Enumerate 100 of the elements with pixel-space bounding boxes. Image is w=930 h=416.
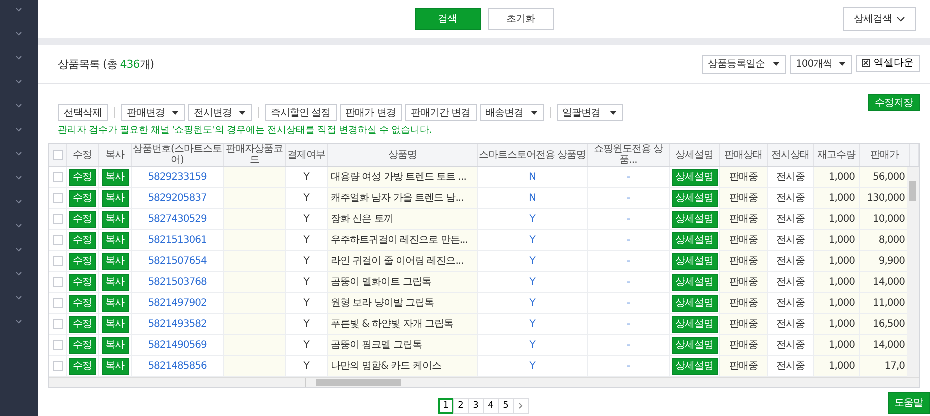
reset-button[interactable]: 초기화: [488, 8, 554, 30]
row-checkbox[interactable]: [52, 361, 62, 371]
detail-button[interactable]: 상세설명: [672, 252, 718, 270]
toolbar-button[interactable]: 즉시할인 설정: [265, 104, 337, 121]
product-number-link[interactable]: 5829205837: [148, 192, 207, 204]
product-number-link[interactable]: 5829233159: [148, 172, 207, 182]
toolbar-dropdown[interactable]: 배송변경: [480, 104, 544, 121]
edit-button[interactable]: 수정: [69, 274, 96, 290]
toolbar-button[interactable]: 판매가 변경: [340, 104, 402, 121]
caret-icon: [773, 62, 780, 66]
detail-button[interactable]: 상세설명: [672, 232, 718, 248]
copy-button[interactable]: 복사: [102, 190, 128, 206]
column-header: 판매자상품코드: [224, 144, 286, 166]
detail-button[interactable]: 상세설명: [672, 168, 718, 186]
search-button[interactable]: 검색: [414, 8, 480, 30]
price-cell: 130,000: [867, 192, 905, 204]
chevron-down-icon[interactable]: [16, 56, 22, 60]
toolbar-dropdown[interactable]: 일괄변경: [556, 104, 623, 121]
edit-button[interactable]: 수정: [69, 232, 96, 248]
product-number-link[interactable]: 5821490569: [148, 340, 207, 350]
next-page-button[interactable]: [513, 398, 529, 414]
row-checkbox[interactable]: [52, 235, 62, 245]
product-number-link[interactable]: 5821503768: [148, 276, 207, 288]
page-size-select[interactable]: 100개씩: [790, 54, 852, 74]
row-checkbox[interactable]: [52, 256, 62, 266]
page-button[interactable]: 1: [438, 398, 454, 414]
detail-button[interactable]: 상세설명: [672, 336, 718, 354]
product-name-cell-text: 우주하트귀걸이 레진으로 만든...: [331, 234, 468, 247]
row-checkbox[interactable]: [52, 298, 62, 308]
chevron-down-icon[interactable]: [16, 128, 22, 132]
product-number-link[interactable]: 5821493582: [148, 318, 207, 330]
page-button[interactable]: 5: [498, 398, 514, 414]
row-checkbox[interactable]: [52, 214, 62, 224]
edit-button[interactable]: 수정: [69, 358, 96, 374]
detail-button[interactable]: 상세설명: [672, 210, 718, 228]
copy-button[interactable]: 복사: [102, 294, 128, 312]
edit-button[interactable]: 수정: [69, 336, 96, 354]
edit-button[interactable]: 수정: [69, 252, 96, 270]
toolbar-dropdown[interactable]: 전시변경: [188, 104, 252, 121]
detail-search-button[interactable]: 상세검색: [843, 7, 916, 31]
chevron-down-icon[interactable]: [16, 8, 22, 12]
chevron-down-icon[interactable]: [16, 320, 22, 324]
chevron-down-icon[interactable]: [16, 272, 22, 276]
vertical-scrollbar[interactable]: [907, 167, 919, 377]
row-checkbox[interactable]: [52, 277, 62, 287]
copy-button[interactable]: 복사: [102, 316, 128, 332]
chevron-down-icon[interactable]: [16, 248, 22, 252]
row-checkbox[interactable]: [52, 193, 62, 203]
detail-button[interactable]: 상세설명: [672, 358, 718, 374]
payment-cell: Y: [304, 276, 310, 288]
column-header: 상세설명: [670, 144, 720, 166]
window-name-cell: -: [626, 192, 630, 204]
product-name-cell-text: 원형 보라 냥이발 그립톡: [331, 297, 434, 310]
detail-button[interactable]: 상세설명: [672, 316, 718, 332]
chevron-down-icon[interactable]: [16, 296, 22, 300]
row-checkbox[interactable]: [52, 172, 62, 182]
copy-button[interactable]: 복사: [102, 168, 128, 186]
chevron-down-icon[interactable]: [16, 152, 22, 156]
copy-button[interactable]: 복사: [102, 274, 128, 290]
detail-button[interactable]: 상세설명: [672, 274, 718, 290]
page-button[interactable]: 4: [483, 398, 499, 414]
page-button[interactable]: 3: [468, 398, 484, 414]
row-checkbox[interactable]: [52, 340, 62, 350]
chevron-down-icon[interactable]: [16, 80, 22, 84]
excel-download-button[interactable]: 엑셀다운: [856, 54, 920, 72]
chevron-down-icon[interactable]: [16, 32, 22, 36]
chevron-down-icon[interactable]: [16, 224, 22, 228]
edit-button[interactable]: 수정: [69, 168, 96, 186]
product-number-link[interactable]: 5821485856: [148, 360, 207, 372]
product-number-link[interactable]: 5821513061: [148, 234, 207, 246]
row-checkbox[interactable]: [52, 319, 62, 329]
copy-button[interactable]: 복사: [102, 358, 128, 374]
sale-status-cell-text: 판매중: [729, 255, 758, 268]
detail-button[interactable]: 상세설명: [672, 294, 718, 312]
page-button[interactable]: 2: [453, 398, 469, 414]
copy-button[interactable]: 복사: [102, 210, 128, 228]
copy-button[interactable]: 복사: [102, 336, 128, 354]
chevron-down-icon[interactable]: [16, 200, 22, 204]
select-all-checkbox[interactable]: [52, 150, 62, 160]
sort-select[interactable]: 상품등록일순: [702, 54, 786, 74]
product-number-link[interactable]: 5827430529: [148, 214, 207, 224]
chevron-down-icon[interactable]: [16, 104, 22, 108]
edit-button[interactable]: 수정: [69, 190, 96, 206]
copy-button[interactable]: 복사: [102, 232, 128, 248]
help-button[interactable]: 도움말: [888, 392, 930, 414]
price-cell: 17,0: [884, 360, 905, 372]
toolbar-button[interactable]: 선택삭제: [58, 104, 108, 121]
save-changes-button[interactable]: 수정저장: [868, 94, 920, 111]
product-number-link[interactable]: 5821507654: [148, 256, 207, 266]
edit-button[interactable]: 수정: [69, 294, 96, 312]
product-number-link[interactable]: 5821497902: [148, 298, 207, 308]
edit-button[interactable]: 수정: [69, 210, 96, 228]
toolbar-button[interactable]: 판매기간 변경: [404, 104, 477, 121]
smartstore-name-cell: Y: [530, 276, 536, 288]
toolbar-dropdown[interactable]: 판매변경: [121, 104, 185, 121]
edit-button[interactable]: 수정: [69, 316, 96, 332]
chevron-down-icon[interactable]: [16, 176, 22, 180]
detail-button[interactable]: 상세설명: [672, 190, 718, 206]
copy-button[interactable]: 복사: [102, 252, 128, 270]
window-name-cell: -: [626, 214, 630, 224]
